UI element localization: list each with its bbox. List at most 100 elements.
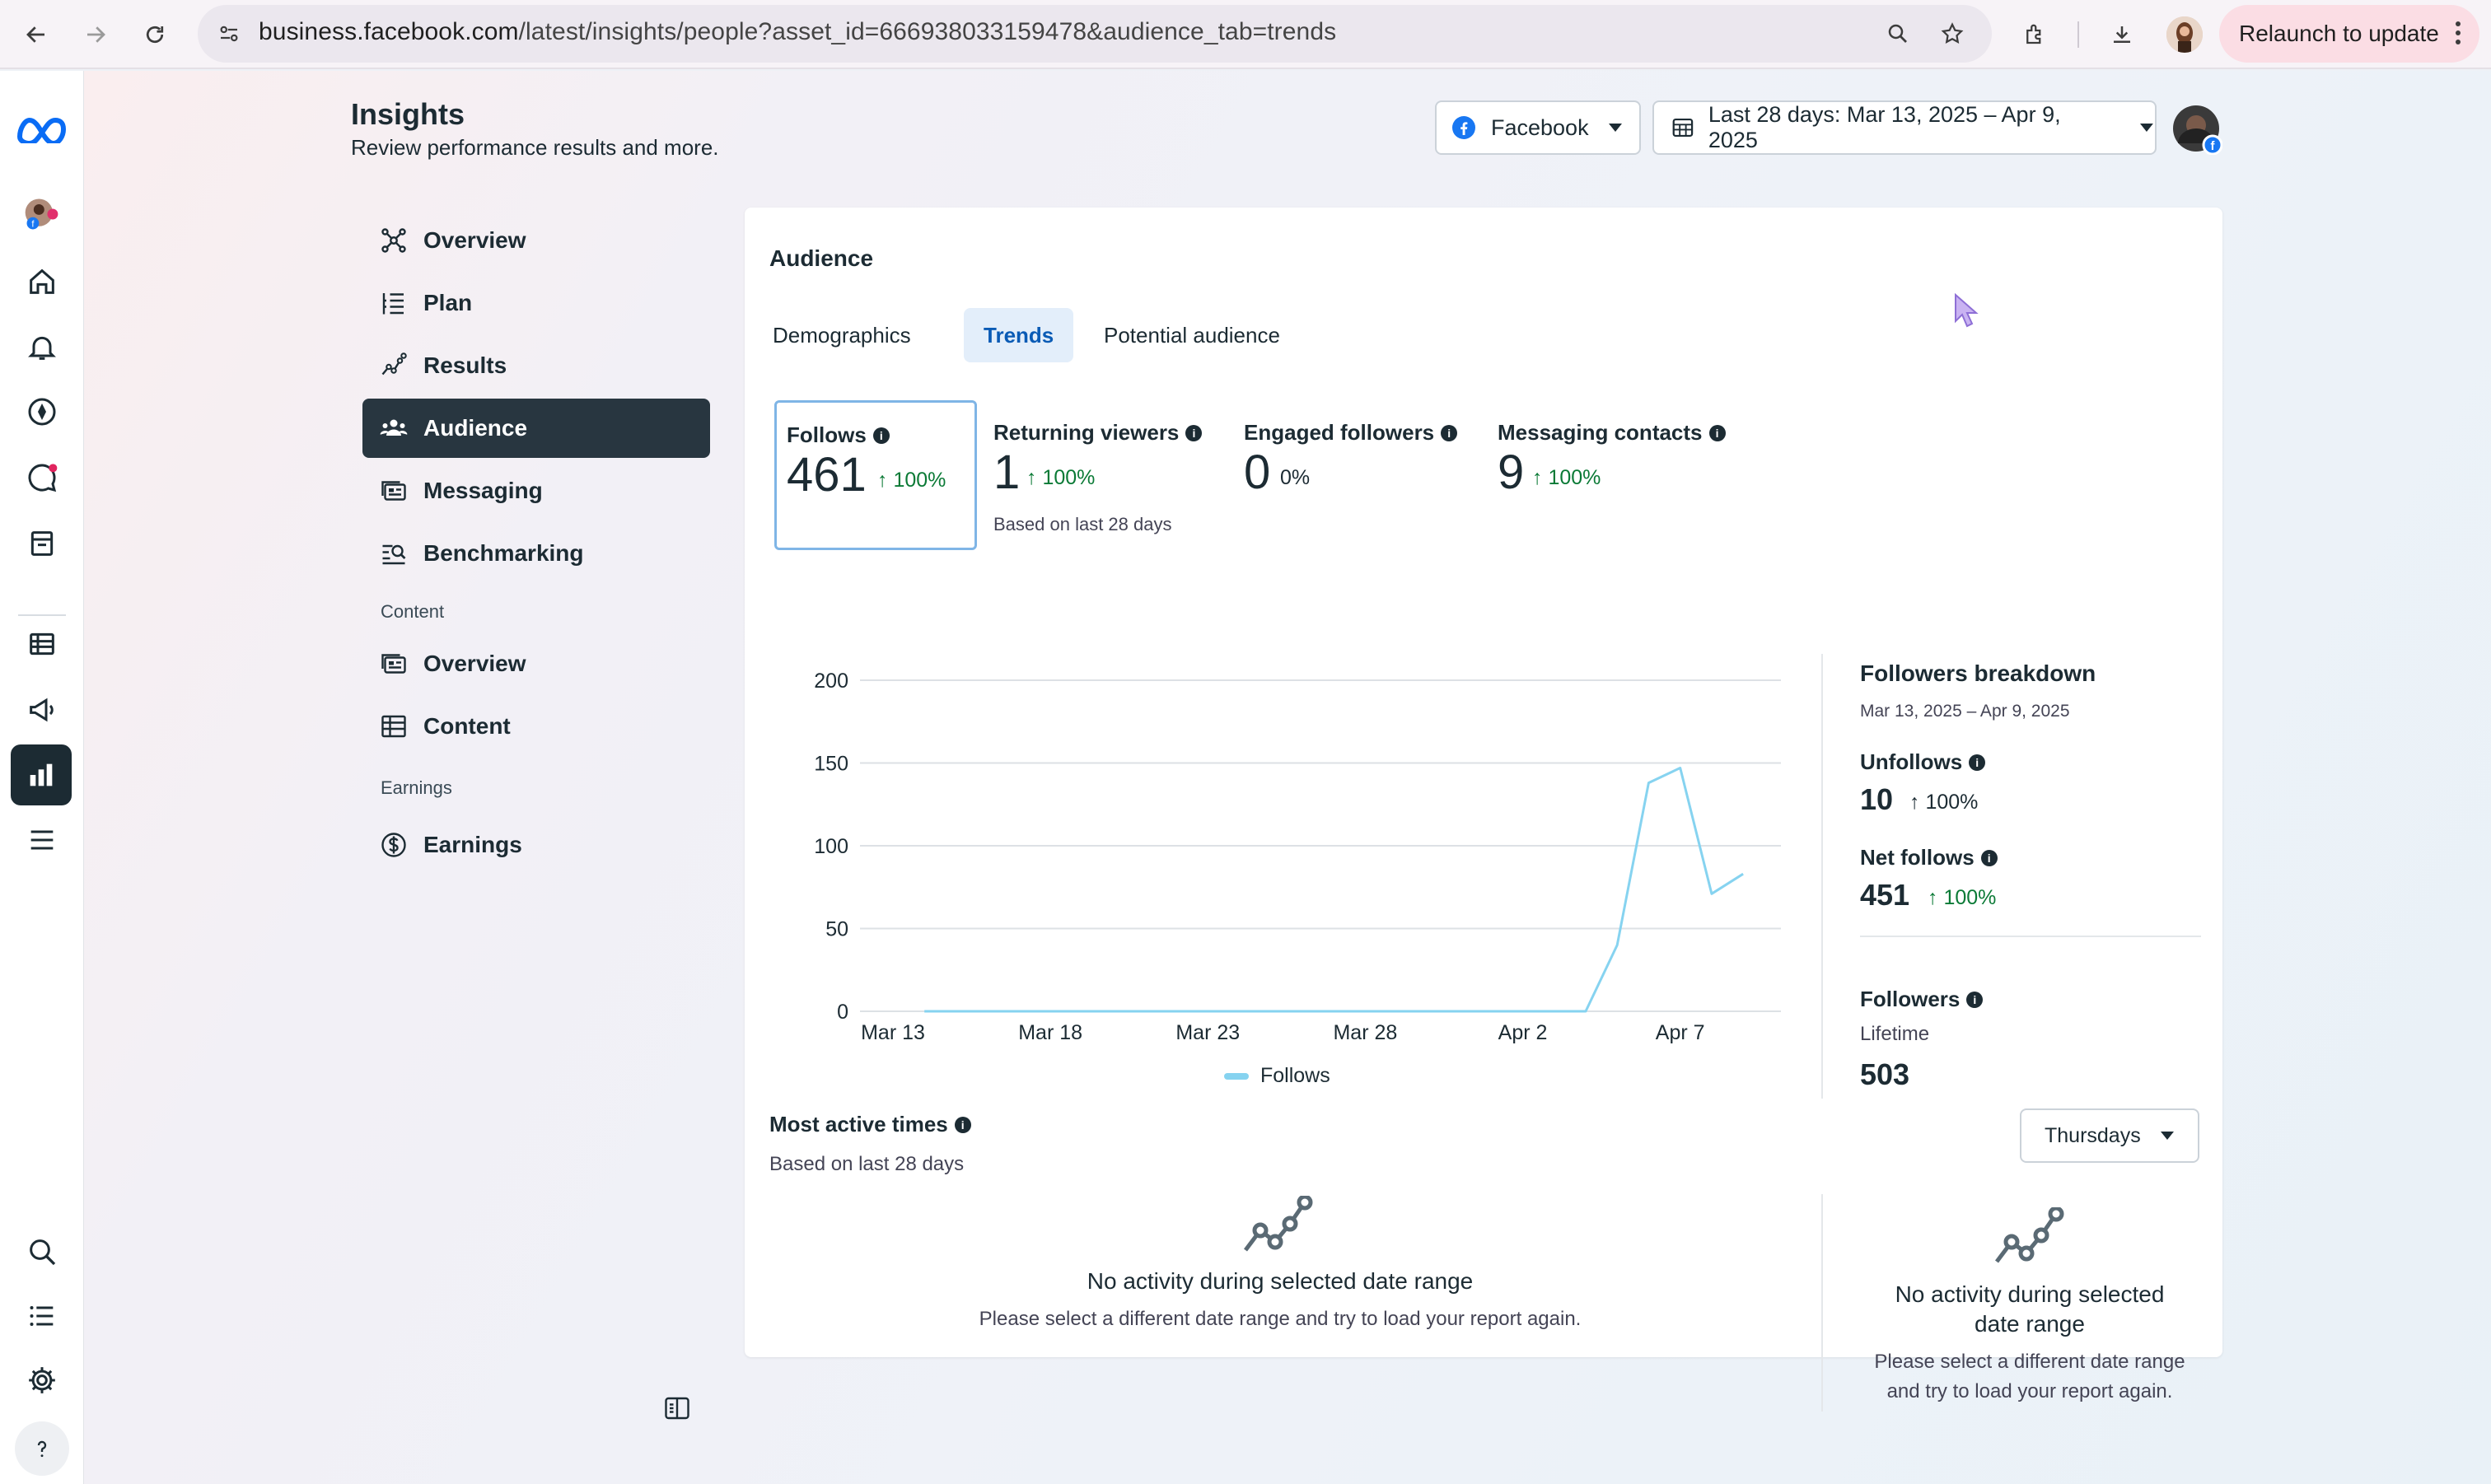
- insights-bar-chart-icon[interactable]: [11, 744, 72, 805]
- profile-avatar[interactable]: [2166, 16, 2203, 53]
- empty-state-chart-icon: [1242, 1196, 1316, 1257]
- list-icon[interactable]: [22, 1296, 62, 1336]
- metric-change-value: 100%: [1042, 466, 1096, 489]
- reload-icon[interactable]: [138, 18, 171, 51]
- followers-breakdown-title: Followers breakdown: [1860, 660, 2096, 686]
- info-icon[interactable]: i: [1980, 849, 1998, 866]
- more-vert-icon[interactable]: [2455, 20, 2461, 46]
- caret-down-icon: [2160, 1132, 2174, 1140]
- extensions-icon[interactable]: [2018, 18, 2051, 51]
- info-icon[interactable]: i: [1185, 424, 1203, 441]
- notifications-bell-icon[interactable]: [22, 328, 62, 367]
- nav-item-plan[interactable]: Plan: [362, 273, 710, 333]
- compass-icon[interactable]: [22, 392, 62, 432]
- inbox-chat-icon[interactable]: [22, 458, 62, 497]
- megaphone-ads-icon[interactable]: [22, 690, 62, 730]
- nav-item-benchmarking[interactable]: Benchmarking: [362, 524, 710, 583]
- browser-toolbar: business.facebook.com/latest/insights/pe…: [0, 0, 2491, 69]
- nav-item-label: Content: [423, 713, 511, 739]
- nav-item-label: Overview: [423, 651, 526, 676]
- nav-item-content-overview[interactable]: Overview: [362, 634, 710, 693]
- info-icon[interactable]: i: [1969, 754, 1986, 771]
- y-tick-label: 0: [837, 1001, 848, 1024]
- page: f Insights Review performance results an…: [0, 71, 2491, 1484]
- page-avatar[interactable]: f: [2171, 104, 2222, 155]
- legend-swatch: [1224, 1072, 1249, 1080]
- day-dropdown[interactable]: Thursdays: [2020, 1108, 2199, 1163]
- collapse-sidebar-icon[interactable]: [662, 1393, 692, 1423]
- account-avatar[interactable]: f: [22, 194, 62, 234]
- unfollows-change-value: 100%: [1925, 791, 1979, 814]
- url-text: business.facebook.com/latest/insights/pe…: [259, 18, 1336, 46]
- menu-hamburger-icon[interactable]: [22, 820, 62, 860]
- plan-list-icon: [377, 287, 410, 320]
- day-dropdown-label: Thursdays: [2045, 1123, 2141, 1147]
- zoom-icon[interactable]: [1881, 17, 1914, 50]
- nav-item-results[interactable]: Results: [362, 336, 710, 395]
- arrow-up-icon: ↑: [877, 469, 894, 492]
- empty-state-title-2: No activity during selected date range: [1840, 1280, 2219, 1339]
- empty-state-subtitle: Please select a different date range and…: [979, 1308, 1582, 1330]
- tab-trends[interactable]: Trends: [964, 308, 1074, 362]
- results-trend-icon: [377, 349, 410, 382]
- relaunch-button[interactable]: Relaunch to update: [2219, 5, 2479, 63]
- settings-gear-icon[interactable]: [22, 1360, 62, 1400]
- x-tick-label: Mar 23: [1175, 1021, 1240, 1044]
- chart-legend[interactable]: Follows: [1224, 1064, 1330, 1088]
- nav-item-messaging[interactable]: Messaging: [362, 461, 710, 520]
- url-host: business.facebook.com: [259, 18, 519, 45]
- tab-demographics[interactable]: Demographics: [753, 308, 931, 362]
- nav-item-label: Plan: [423, 290, 473, 315]
- info-icon[interactable]: i: [1708, 424, 1726, 441]
- download-icon[interactable]: [2105, 18, 2138, 51]
- address-bar[interactable]: business.facebook.com/latest/insights/pe…: [198, 5, 1992, 63]
- info-icon[interactable]: i: [872, 427, 890, 444]
- series-line-follows[interactable]: [924, 767, 1744, 1013]
- search-icon[interactable]: [22, 1232, 62, 1272]
- site-settings-icon[interactable]: [213, 17, 245, 50]
- metric-returning-viewers[interactable]: Returning viewers i 1 ↑ 100% Based on las…: [984, 400, 1222, 550]
- y-tick-label: 150: [814, 753, 848, 776]
- metric-engaged-followers[interactable]: Engaged followers i 0 0%: [1234, 400, 1481, 550]
- pages-icon[interactable]: [22, 524, 62, 563]
- help-icon[interactable]: [15, 1421, 69, 1476]
- metric-label: Engaged followers i: [1244, 420, 1458, 446]
- meta-logo-icon[interactable]: [15, 109, 69, 148]
- metric-label: Returning viewers i: [993, 420, 1203, 446]
- nav-item-label: Overview: [423, 227, 526, 253]
- metric-follows[interactable]: Follows i 461 ↑ 100%: [774, 400, 977, 550]
- nav-item-earnings[interactable]: Earnings: [362, 815, 710, 875]
- nav-item-audience[interactable]: Audience: [362, 399, 710, 458]
- divider: [1860, 936, 2201, 937]
- back-icon[interactable]: [20, 18, 53, 51]
- platform-dropdown[interactable]: Facebook: [1435, 100, 1641, 155]
- followers-label: Followers i: [1860, 987, 1984, 1012]
- bookmark-star-icon[interactable]: [1936, 17, 1969, 50]
- metric-label-text: Follows: [787, 422, 867, 447]
- unfollows-value: 10: [1860, 782, 1894, 816]
- tab-potential-audience[interactable]: Potential audience: [1084, 308, 1300, 362]
- content-table-rail-icon[interactable]: [22, 624, 62, 664]
- unfollows-label-text: Unfollows: [1860, 749, 1963, 774]
- info-icon[interactable]: i: [1441, 424, 1458, 441]
- home-icon[interactable]: [22, 262, 62, 301]
- arrow-up-icon: ↑: [1928, 886, 1944, 909]
- metric-messaging-contacts[interactable]: Messaging contacts i 9 ↑ 100%: [1488, 400, 1751, 550]
- rail-divider: [18, 614, 66, 616]
- nav-item-overview[interactable]: Overview: [362, 211, 710, 270]
- date-range-dropdown[interactable]: Last 28 days: Mar 13, 2025 – Apr 9, 2025: [1652, 100, 2157, 155]
- card-title: Audience: [769, 245, 874, 271]
- info-icon[interactable]: i: [1966, 991, 1984, 1008]
- most-active-title: Most active times i: [769, 1112, 971, 1137]
- nav-item-content[interactable]: Content: [362, 697, 710, 756]
- info-icon[interactable]: i: [954, 1116, 971, 1133]
- forward-icon[interactable]: [79, 18, 112, 51]
- metric-change: ↑ 100%: [1026, 466, 1095, 490]
- nav-section-earnings: Earnings: [381, 777, 452, 798]
- net-follows-value: 451: [1860, 878, 1910, 912]
- content-overview-icon: [377, 647, 410, 680]
- empty-state-subtitle-2: Please select a different date range and…: [1840, 1347, 2219, 1407]
- unfollows-label: Unfollows i: [1860, 749, 1986, 775]
- caret-down-icon: [1608, 124, 1622, 132]
- metric-label: Follows i: [787, 422, 890, 448]
